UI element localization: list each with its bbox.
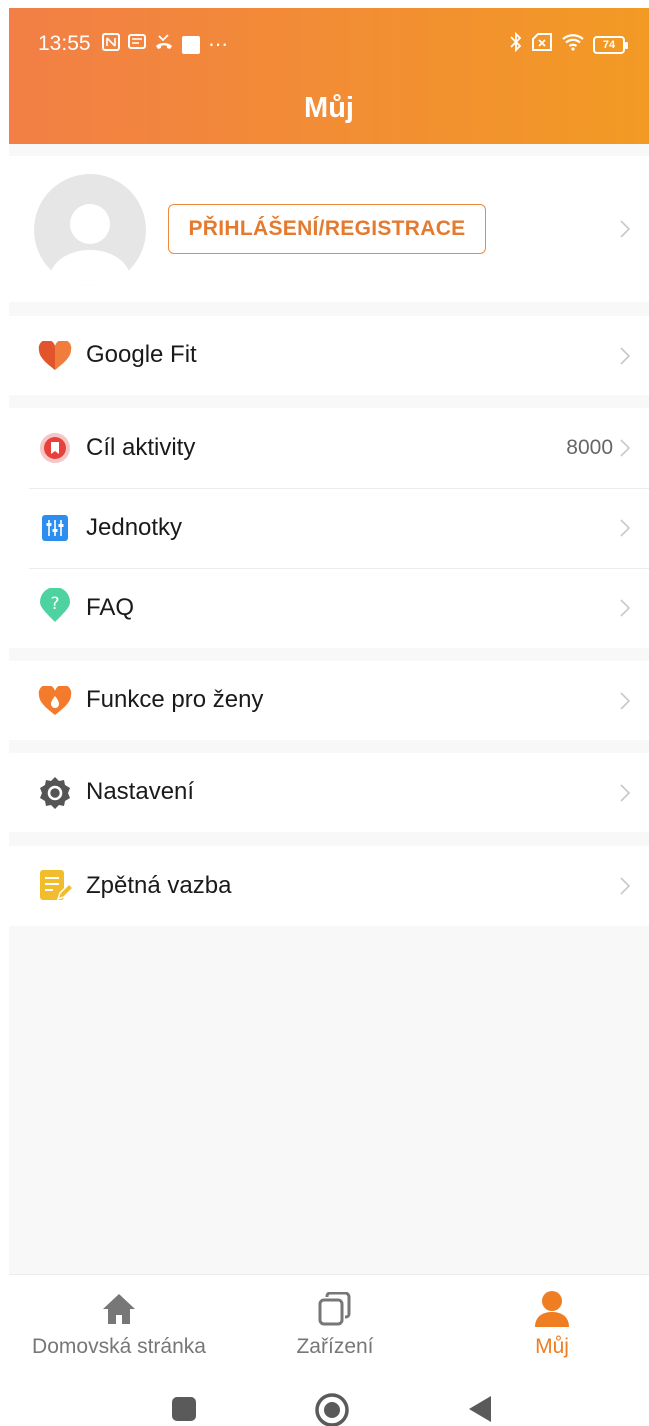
menu-item-google-fit[interactable]: Google Fit xyxy=(9,316,649,395)
menu-item-settings[interactable]: Nastavení xyxy=(9,753,649,832)
circle-icon xyxy=(315,1393,349,1426)
app-window: 13:55 ⋯ 74 Můj PŘIHLÁŠENÍ/REGISTRACE Goo… xyxy=(9,8,649,1426)
nfc-icon xyxy=(102,33,120,56)
goal-icon xyxy=(37,430,73,466)
home-button[interactable] xyxy=(314,1392,350,1426)
chevron-right-icon xyxy=(620,220,631,238)
user-placeholder-icon xyxy=(50,204,130,286)
notification-icon xyxy=(182,35,200,54)
page-title: Můj xyxy=(304,92,354,124)
square-icon xyxy=(172,1397,196,1421)
menu-item-feedback[interactable]: Zpětná vazba xyxy=(9,846,649,926)
question-icon: ? xyxy=(37,588,73,624)
chevron-right-icon xyxy=(620,692,631,710)
heart-icon xyxy=(37,338,73,374)
header: 13:55 ⋯ 74 Můj xyxy=(9,8,649,144)
sliders-icon xyxy=(37,510,73,546)
section-feedback: Zpětná vazba xyxy=(9,846,649,926)
nav-tab-devices[interactable]: Zařízení xyxy=(235,1275,435,1375)
no-sim-icon xyxy=(531,33,553,56)
bluetooth-icon xyxy=(509,31,523,57)
message-icon xyxy=(128,33,146,56)
nav-tab-label: Zařízení xyxy=(296,1335,374,1358)
nav-tab-label: Domovská stránka xyxy=(32,1335,206,1358)
missed-call-icon xyxy=(154,33,174,56)
gear-icon xyxy=(37,775,73,811)
system-nav-bar xyxy=(9,1384,649,1426)
bottom-nav: Domovská stránka Zařízení Můj xyxy=(9,1274,649,1385)
wifi-icon xyxy=(561,33,585,56)
user-icon xyxy=(532,1289,572,1329)
section-general: Cíl aktivity 8000 Jednotky ? FAQ xyxy=(9,408,649,648)
more-icon: ⋯ xyxy=(208,33,229,56)
back-button[interactable] xyxy=(467,1394,493,1426)
section-google-fit: Google Fit xyxy=(9,316,649,395)
menu-item-label: FAQ xyxy=(86,594,135,621)
menu-item-label: Funkce pro ženy xyxy=(86,686,264,713)
status-time: 13:55 xyxy=(38,32,91,55)
menu-item-units[interactable]: Jednotky xyxy=(9,488,649,568)
feedback-icon xyxy=(37,868,73,904)
menu-item-label: Jednotky xyxy=(86,514,183,541)
status-icons-left: ⋯ xyxy=(102,33,229,56)
chevron-right-icon xyxy=(620,519,631,537)
battery-icon: 74 xyxy=(593,35,628,54)
battery-level: 74 xyxy=(602,38,616,51)
activity-goal-value: 8000 xyxy=(566,436,613,459)
nav-tab-label: Můj xyxy=(535,1335,569,1358)
menu-item-activity-goal[interactable]: Cíl aktivity 8000 xyxy=(9,408,649,488)
devices-icon xyxy=(315,1289,355,1329)
section-settings: Nastavení xyxy=(9,753,649,832)
home-icon xyxy=(99,1289,139,1329)
status-icons-right: 74 xyxy=(509,31,628,57)
chevron-right-icon xyxy=(620,784,631,802)
chevron-right-icon xyxy=(620,439,631,457)
avatar[interactable] xyxy=(34,174,146,286)
svg-text:?: ? xyxy=(50,594,59,614)
women-health-icon xyxy=(37,683,73,719)
screen: 13:55 ⋯ 74 Můj PŘIHLÁŠENÍ/REGISTRACE Goo… xyxy=(0,0,649,1426)
menu-item-women-features[interactable]: Funkce pro ženy xyxy=(9,661,649,740)
login-register-button[interactable]: PŘIHLÁŠENÍ/REGISTRACE xyxy=(168,204,486,254)
section-women: Funkce pro ženy xyxy=(9,661,649,740)
menu-item-label: Google Fit xyxy=(86,341,197,368)
nav-tab-mine[interactable]: Můj xyxy=(452,1275,649,1375)
recent-apps-button[interactable] xyxy=(171,1396,197,1426)
triangle-back-icon xyxy=(469,1396,491,1422)
menu-item-label: Cíl aktivity xyxy=(86,434,196,461)
chevron-right-icon xyxy=(620,599,631,617)
chevron-right-icon xyxy=(620,877,631,895)
profile-card[interactable]: PŘIHLÁŠENÍ/REGISTRACE xyxy=(9,156,649,302)
menu-item-label: Zpětná vazba xyxy=(86,872,232,899)
menu-item-faq[interactable]: ? FAQ xyxy=(9,568,649,648)
menu-item-label: Nastavení xyxy=(86,778,195,805)
nav-tab-home[interactable]: Domovská stránka xyxy=(19,1275,219,1375)
chevron-right-icon xyxy=(620,347,631,365)
